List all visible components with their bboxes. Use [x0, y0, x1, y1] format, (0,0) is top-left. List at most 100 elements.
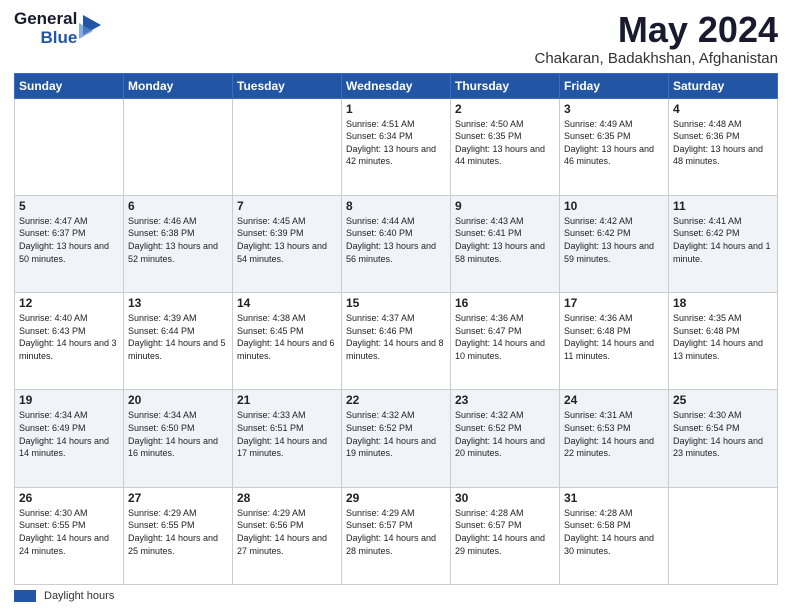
- calendar-cell: 20 Sunrise: 4:34 AMSunset: 6:50 PMDayligh…: [124, 390, 233, 487]
- day-info: Sunrise: 4:35 AMSunset: 6:48 PMDaylight:…: [673, 312, 773, 362]
- day-number: 1: [346, 102, 446, 116]
- calendar-table: SundayMondayTuesdayWednesdayThursdayFrid…: [14, 73, 778, 585]
- calendar-cell: 7Sunrise: 4:45 AMSunset: 6:39 PMDaylight…: [233, 195, 342, 292]
- month-title: May 2024: [534, 10, 778, 50]
- day-number: 15: [346, 296, 446, 310]
- day-info: Sunrise: 4:36 AMSunset: 6:48 PMDaylight:…: [564, 312, 664, 362]
- calendar-cell: [124, 98, 233, 195]
- calendar-cell: 28 Sunrise: 4:29 AMSunset: 6:56 PMDayligh…: [233, 487, 342, 584]
- calendar-cell: 30 Sunrise: 4:28 AMSunset: 6:57 PMDayligh…: [451, 487, 560, 584]
- calendar-cell: 23 Sunrise: 4:32 AMSunset: 6:52 PMDayligh…: [451, 390, 560, 487]
- weekday-header-saturday: Saturday: [669, 73, 778, 98]
- day-info: Sunrise: 4:43 AMSunset: 6:41 PMDaylight:…: [455, 215, 555, 265]
- calendar-cell: 25Sunrise: 4:30 AMSunset: 6:54 PMDayligh…: [669, 390, 778, 487]
- day-number: 2: [455, 102, 555, 116]
- day-info: Sunrise: 4:42 AMSunset: 6:42 PMDaylight:…: [564, 215, 664, 265]
- day-number: 13: [128, 296, 228, 310]
- calendar-cell: 10 Sunrise: 4:42 AMSunset: 6:42 PMDayligh…: [560, 195, 669, 292]
- day-info: Sunrise: 4:29 AMSunset: 6:57 PMDaylight:…: [346, 507, 446, 557]
- weekday-header-monday: Monday: [124, 73, 233, 98]
- calendar-cell: 27Sunrise: 4:29 AMSunset: 6:55 PMDayligh…: [124, 487, 233, 584]
- day-number: 29: [346, 491, 446, 505]
- calendar-cell: 15 Sunrise: 4:37 AMSunset: 6:46 PMDayligh…: [342, 293, 451, 390]
- day-number: 14: [237, 296, 337, 310]
- day-info: Sunrise: 4:47 AMSunset: 6:37 PMDaylight:…: [19, 215, 119, 265]
- day-info: Sunrise: 4:50 AMSunset: 6:35 PMDaylight:…: [455, 118, 555, 168]
- day-info: Sunrise: 4:30 AMSunset: 6:54 PMDaylight:…: [673, 409, 773, 459]
- logo-general: General: [14, 10, 77, 29]
- day-number: 26: [19, 491, 119, 505]
- weekday-header-row: SundayMondayTuesdayWednesdayThursdayFrid…: [15, 73, 778, 98]
- day-info: Sunrise: 4:37 AMSunset: 6:46 PMDaylight:…: [346, 312, 446, 362]
- calendar-week-0: 1 Sunrise: 4:51 AMSunset: 6:34 PMDaylight…: [15, 98, 778, 195]
- day-info: Sunrise: 4:32 AMSunset: 6:52 PMDaylight:…: [455, 409, 555, 459]
- day-info: Sunrise: 4:39 AMSunset: 6:44 PMDaylight:…: [128, 312, 228, 362]
- day-info: Sunrise: 4:28 AMSunset: 6:57 PMDaylight:…: [455, 507, 555, 557]
- day-number: 22: [346, 393, 446, 407]
- day-info: Sunrise: 4:45 AMSunset: 6:39 PMDaylight:…: [237, 215, 337, 265]
- day-number: 20: [128, 393, 228, 407]
- calendar-cell: 21Sunrise: 4:33 AMSunset: 6:51 PMDayligh…: [233, 390, 342, 487]
- weekday-header-friday: Friday: [560, 73, 669, 98]
- calendar-week-2: 12 Sunrise: 4:40 AMSunset: 6:43 PMDayligh…: [15, 293, 778, 390]
- weekday-header-thursday: Thursday: [451, 73, 560, 98]
- daylight-label: Daylight hours: [44, 590, 114, 602]
- day-number: 27: [128, 491, 228, 505]
- day-number: 4: [673, 102, 773, 116]
- day-number: 23: [455, 393, 555, 407]
- day-number: 19: [19, 393, 119, 407]
- day-info: Sunrise: 4:38 AMSunset: 6:45 PMDaylight:…: [237, 312, 337, 362]
- calendar-cell: 12 Sunrise: 4:40 AMSunset: 6:43 PMDayligh…: [15, 293, 124, 390]
- calendar-cell: 3 Sunrise: 4:49 AMSunset: 6:35 PMDaylight…: [560, 98, 669, 195]
- day-number: 28: [237, 491, 337, 505]
- day-number: 12: [19, 296, 119, 310]
- calendar-cell: 6Sunrise: 4:46 AMSunset: 6:38 PMDaylight…: [124, 195, 233, 292]
- calendar-cell: 1 Sunrise: 4:51 AMSunset: 6:34 PMDaylight…: [342, 98, 451, 195]
- calendar-cell: 18 Sunrise: 4:35 AMSunset: 6:48 PMDayligh…: [669, 293, 778, 390]
- day-info: Sunrise: 4:48 AMSunset: 6:36 PMDaylight:…: [673, 118, 773, 168]
- day-info: Sunrise: 4:40 AMSunset: 6:43 PMDaylight:…: [19, 312, 119, 362]
- day-number: 16: [455, 296, 555, 310]
- day-number: 6: [128, 199, 228, 213]
- weekday-header-wednesday: Wednesday: [342, 73, 451, 98]
- day-info: Sunrise: 4:32 AMSunset: 6:52 PMDaylight:…: [346, 409, 446, 459]
- day-info: Sunrise: 4:34 AMSunset: 6:50 PMDaylight:…: [128, 409, 228, 459]
- calendar-cell: [233, 98, 342, 195]
- day-number: 3: [564, 102, 664, 116]
- day-info: Sunrise: 4:49 AMSunset: 6:35 PMDaylight:…: [564, 118, 664, 168]
- day-info: Sunrise: 4:44 AMSunset: 6:40 PMDaylight:…: [346, 215, 446, 265]
- weekday-header-tuesday: Tuesday: [233, 73, 342, 98]
- calendar-week-4: 26Sunrise: 4:30 AMSunset: 6:55 PMDayligh…: [15, 487, 778, 584]
- day-number: 31: [564, 491, 664, 505]
- calendar-week-1: 5 Sunrise: 4:47 AMSunset: 6:37 PMDaylight…: [15, 195, 778, 292]
- logo: General Blue: [14, 10, 101, 47]
- day-number: 24: [564, 393, 664, 407]
- calendar-cell: 22 Sunrise: 4:32 AMSunset: 6:52 PMDayligh…: [342, 390, 451, 487]
- calendar-cell: [15, 98, 124, 195]
- day-info: Sunrise: 4:28 AMSunset: 6:58 PMDaylight:…: [564, 507, 664, 557]
- day-info: Sunrise: 4:31 AMSunset: 6:53 PMDaylight:…: [564, 409, 664, 459]
- day-info: Sunrise: 4:41 AMSunset: 6:42 PMDaylight:…: [673, 215, 773, 265]
- calendar-cell: 16 Sunrise: 4:36 AMSunset: 6:47 PMDayligh…: [451, 293, 560, 390]
- header: General Blue May 2024 Chakaran, Badakhsh…: [14, 10, 778, 67]
- calendar-cell: 2 Sunrise: 4:50 AMSunset: 6:35 PMDaylight…: [451, 98, 560, 195]
- logo-blue: Blue: [40, 29, 77, 48]
- day-number: 9: [455, 199, 555, 213]
- day-number: 5: [19, 199, 119, 213]
- daylight-swatch: [14, 590, 36, 602]
- calendar-cell: 24 Sunrise: 4:31 AMSunset: 6:53 PMDayligh…: [560, 390, 669, 487]
- weekday-header-sunday: Sunday: [15, 73, 124, 98]
- calendar-cell: 9 Sunrise: 4:43 AMSunset: 6:41 PMDaylight…: [451, 195, 560, 292]
- calendar-cell: 8 Sunrise: 4:44 AMSunset: 6:40 PMDaylight…: [342, 195, 451, 292]
- day-info: Sunrise: 4:36 AMSunset: 6:47 PMDaylight:…: [455, 312, 555, 362]
- day-number: 8: [346, 199, 446, 213]
- calendar-cell: 29 Sunrise: 4:29 AMSunset: 6:57 PMDayligh…: [342, 487, 451, 584]
- calendar-cell: [669, 487, 778, 584]
- calendar-cell: 31 Sunrise: 4:28 AMSunset: 6:58 PMDayligh…: [560, 487, 669, 584]
- day-info: Sunrise: 4:51 AMSunset: 6:34 PMDaylight:…: [346, 118, 446, 168]
- day-number: 18: [673, 296, 773, 310]
- day-number: 30: [455, 491, 555, 505]
- calendar-cell: 5 Sunrise: 4:47 AMSunset: 6:37 PMDaylight…: [15, 195, 124, 292]
- day-number: 10: [564, 199, 664, 213]
- day-info: Sunrise: 4:29 AMSunset: 6:56 PMDaylight:…: [237, 507, 337, 557]
